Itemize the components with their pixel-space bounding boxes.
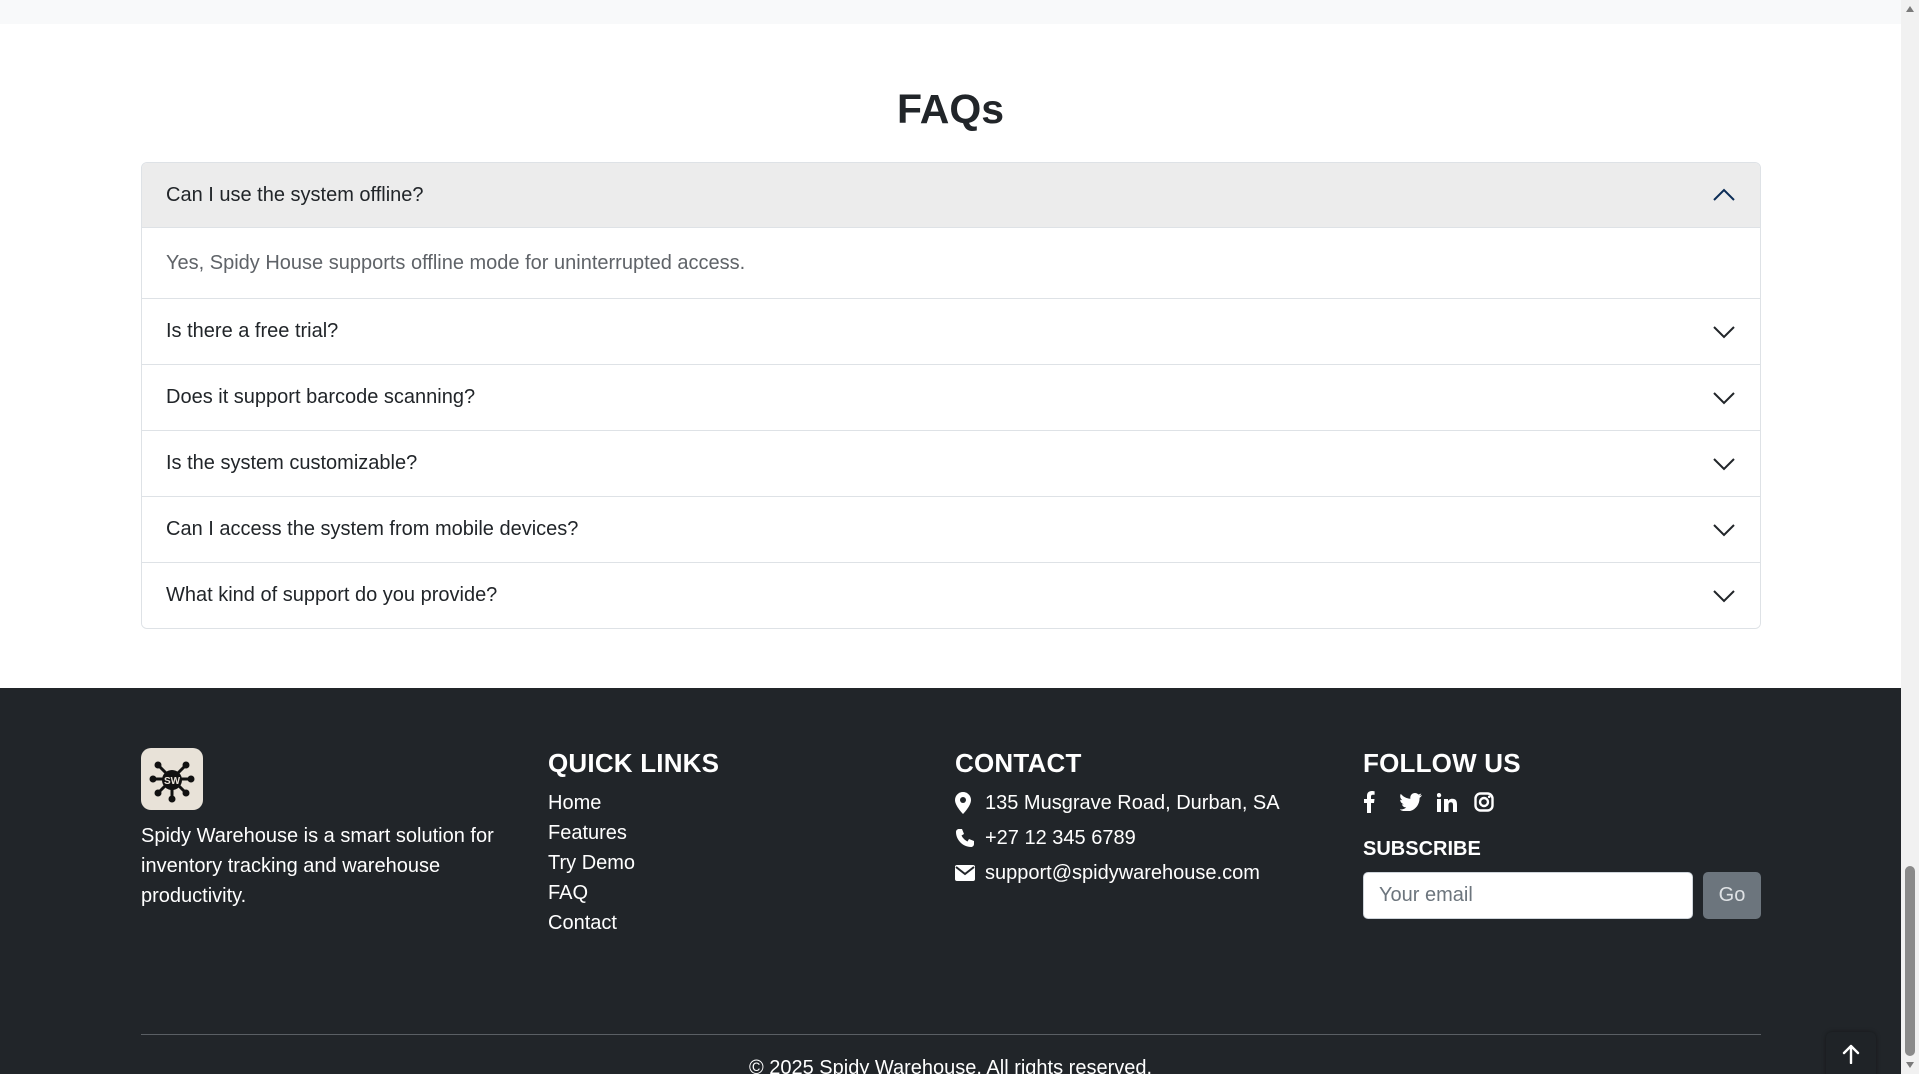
footer-divider <box>141 1034 1761 1035</box>
faq-question-button[interactable]: Is the system customizable? <box>142 431 1760 496</box>
subscribe-form: Go <box>1363 872 1761 919</box>
faq-title: FAQs <box>896 86 1005 132</box>
footer-about-column: SW Spidy Warehouse is a smart solution f… <box>141 748 521 911</box>
footer-link-faq[interactable]: FAQ <box>548 878 928 908</box>
scrollbar-thumb[interactable] <box>1905 866 1915 1056</box>
faq-question: Can I use the system offline? <box>166 183 424 206</box>
spidy-warehouse-logo: SW <box>141 748 203 810</box>
faq-item: What kind of support do you provide? <box>142 563 1760 628</box>
contact-phone-text: +27 12 345 6789 <box>985 827 1136 849</box>
faq-item: Is the system customizable? <box>142 431 1760 497</box>
subscribe-go-button[interactable]: Go <box>1703 872 1761 919</box>
envelope-icon <box>955 865 985 881</box>
footer-copyright: © 2025 Spidy Warehouse. All rights reser… <box>748 1057 1153 1074</box>
contact-address: 135 Musgrave Road, Durban, SA <box>955 788 1335 818</box>
faq-item: Can I use the system offline? Yes, Spidy… <box>142 163 1760 299</box>
chevron-down-icon <box>1712 518 1736 542</box>
subscribe-email-input[interactable] <box>1363 872 1693 919</box>
page: FAQs Can I use the system offline? Yes, … <box>0 24 1901 1074</box>
faq-question-button[interactable]: Can I use the system offline? <box>142 163 1760 228</box>
faq-section: FAQs Can I use the system offline? Yes, … <box>0 24 1901 688</box>
contact-email-text[interactable]: support@spidywarehouse.com <box>985 858 1260 888</box>
faq-item: Can I access the system from mobile devi… <box>142 497 1760 563</box>
follow-heading: FOLLOW US <box>1363 748 1521 778</box>
faq-question: What kind of support do you provide? <box>166 584 498 606</box>
chevron-down-icon <box>1712 452 1736 476</box>
instagram-icon[interactable] <box>1474 788 1511 816</box>
facebook-icon[interactable] <box>1363 788 1400 816</box>
faq-question-button[interactable]: What kind of support do you provide? <box>142 563 1760 628</box>
faq-question-button[interactable]: Is there a free trial? <box>142 299 1760 364</box>
phone-icon <box>955 828 985 848</box>
social-links <box>1363 788 1761 816</box>
quick-links-heading: QUICK LINKS <box>548 748 720 778</box>
faq-item: Does it support barcode scanning? <box>142 365 1760 431</box>
faq-question-button[interactable]: Can I access the system from mobile devi… <box>142 497 1760 562</box>
faq-item: Is there a free trial? <box>142 299 1760 365</box>
footer-contact-column: CONTACT 135 Musgrave Road, Durban, SA +2… <box>955 748 1335 893</box>
faq-accordion: Can I use the system offline? Yes, Spidy… <box>141 162 1761 629</box>
twitter-icon[interactable] <box>1400 788 1437 816</box>
contact-email: support@spidywarehouse.com <box>955 858 1335 888</box>
site-footer: SW Spidy Warehouse is a smart solution f… <box>0 688 1901 1074</box>
footer-link-features[interactable]: Features <box>548 818 928 848</box>
footer-follow-column: FOLLOW US SUBSCRIBE Go <box>1363 748 1761 919</box>
chevron-down-icon <box>1712 584 1736 608</box>
scroll-down-arrow-icon[interactable] <box>1901 1056 1919 1074</box>
subscribe-heading: SUBSCRIBE <box>1363 838 1481 860</box>
scroll-up-arrow-icon[interactable] <box>1901 0 1919 18</box>
footer-link-contact[interactable]: Contact <box>548 908 928 938</box>
chevron-up-icon <box>1712 183 1736 207</box>
contact-phone: +27 12 345 6789 <box>955 823 1335 853</box>
faq-question-button[interactable]: Does it support barcode scanning? <box>142 365 1760 430</box>
chevron-down-icon <box>1712 386 1736 410</box>
contact-address-text: 135 Musgrave Road, Durban, SA <box>985 792 1280 814</box>
footer-quick-links-column: QUICK LINKS Home Features Try Demo FAQ C… <box>548 748 928 938</box>
faq-question: Is the system customizable? <box>166 452 418 474</box>
back-to-top-button[interactable] <box>1826 1032 1876 1074</box>
faq-question: Can I access the system from mobile devi… <box>166 518 579 540</box>
faq-question: Is there a free trial? <box>166 320 339 342</box>
faq-answer: Yes, Spidy House supports offline mode f… <box>166 251 746 274</box>
linkedin-icon[interactable] <box>1437 788 1474 816</box>
faq-question: Does it support barcode scanning? <box>166 386 476 408</box>
footer-about-text: Spidy Warehouse is a smart solution for … <box>141 825 494 907</box>
arrow-up-icon <box>1842 1044 1860 1069</box>
svg-text:SW: SW <box>164 776 181 787</box>
map-pin-icon <box>955 792 985 814</box>
contact-heading: CONTACT <box>955 748 1082 778</box>
top-section-edge <box>0 0 1901 24</box>
page-scrollbar[interactable] <box>1901 0 1919 1074</box>
footer-link-try-demo[interactable]: Try Demo <box>548 848 928 878</box>
footer-link-home[interactable]: Home <box>548 788 928 818</box>
chevron-down-icon <box>1712 320 1736 344</box>
